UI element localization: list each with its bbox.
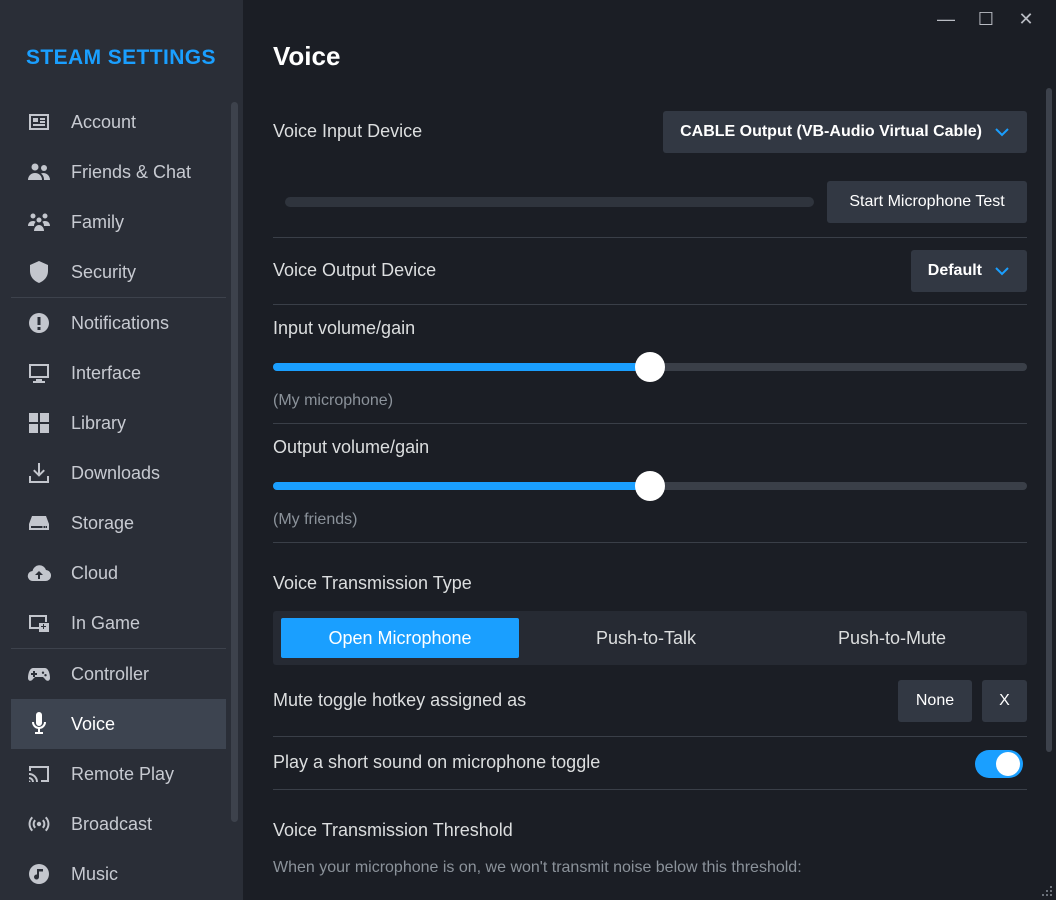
sidebar-item-library[interactable]: Library [11, 398, 226, 448]
account-card-icon [26, 109, 52, 135]
sidebar-item-storage[interactable]: Storage [11, 498, 226, 548]
sidebar-item-label: Voice [71, 713, 116, 734]
mute-hotkey-button[interactable]: None [898, 680, 972, 722]
cloud-sync-icon [26, 560, 52, 586]
sidebar-item-cloud[interactable]: Cloud [11, 548, 226, 598]
sidebar-item-label: Library [71, 412, 127, 433]
input-volume-fill [273, 363, 650, 371]
sidebar-item-friends-chat[interactable]: Friends & Chat [11, 147, 226, 197]
input-volume-handle[interactable] [635, 352, 665, 382]
sidebar-item-label: Broadcast [71, 813, 153, 834]
sidebar-item-music[interactable]: Music [11, 849, 226, 899]
voice-input-device-label: Voice Input Device [273, 121, 423, 141]
grid-icon [26, 410, 52, 436]
sidebar-item-voice[interactable]: Voice [11, 699, 226, 749]
voice-transmission-type-label: Voice Transmission Type [273, 573, 472, 593]
in-game-icon [26, 610, 52, 636]
sidebar-item-label: Notifications [71, 312, 170, 333]
output-volume-sublabel: (My friends) [273, 511, 358, 528]
monitor-icon [26, 360, 52, 386]
microphone-icon [26, 711, 52, 737]
voice-transmission-threshold-label: Voice Transmission Threshold [273, 820, 513, 840]
divider [273, 423, 1027, 424]
sidebar-item-label: Friends & Chat [71, 161, 192, 182]
voice-transmission-type-selector: Open Microphone Push-to-Talk Push-to-Mut… [273, 611, 1027, 665]
sidebar-scrollbar[interactable] [231, 102, 238, 822]
sidebar-item-remote-play[interactable]: Remote Play [11, 749, 226, 799]
voice-output-device-label: Voice Output Device [273, 260, 437, 280]
toggle-sound-label: Play a short sound on microphone toggle [273, 752, 601, 772]
sidebar-item-label: Storage [71, 512, 135, 533]
music-icon [26, 861, 52, 887]
cast-icon [26, 761, 52, 787]
sidebar-item-label: Controller [71, 663, 150, 684]
page-title: Voice [273, 41, 341, 71]
resize-grip-icon[interactable] [1038, 882, 1054, 898]
sidebar-item-label: Downloads [71, 462, 161, 483]
gamepad-icon [26, 661, 52, 687]
sidebar-item-notifications[interactable]: Notifications [11, 298, 226, 348]
chevron-down-icon [995, 267, 1009, 276]
shield-icon [26, 259, 52, 285]
drive-icon [26, 510, 52, 536]
output-volume-handle[interactable] [635, 471, 665, 501]
chevron-down-icon [995, 128, 1009, 137]
sidebar-item-label: Security [71, 261, 137, 282]
microphone-level-meter [285, 197, 814, 207]
sidebar-item-account[interactable]: Account [11, 97, 226, 147]
sidebar-item-label: Cloud [71, 562, 119, 583]
transmission-option-open-microphone[interactable]: Open Microphone [281, 618, 519, 658]
output-volume-fill [273, 482, 650, 490]
input-volume-slider[interactable] [273, 352, 1027, 382]
alert-circle-icon [26, 310, 52, 336]
sidebar-nav: Account Friends & Chat Family Security N… [11, 97, 226, 899]
sidebar-item-label: In Game [71, 612, 141, 633]
transmission-option-push-to-talk[interactable]: Push-to-Talk [527, 618, 765, 658]
voice-output-device-dropdown[interactable]: Default [910, 250, 1027, 292]
sidebar-item-family[interactable]: Family [11, 197, 226, 247]
mute-hotkey-label: Mute toggle hotkey assigned as [273, 690, 527, 710]
sidebar-item-label: Family [71, 211, 124, 232]
input-volume-sublabel: (My microphone) [273, 392, 394, 409]
sidebar-title: STEAM SETTINGS [26, 46, 216, 69]
sidebar-item-broadcast[interactable]: Broadcast [11, 799, 226, 849]
clear-hotkey-button[interactable]: X [982, 680, 1027, 722]
toggle-sound-switch[interactable] [975, 750, 1023, 778]
sidebar-item-in-game[interactable]: In Game [11, 598, 226, 648]
start-microphone-test-button[interactable]: Start Microphone Test [827, 181, 1027, 223]
divider [273, 736, 1027, 737]
download-icon [26, 460, 52, 486]
sidebar-item-label: Music [71, 863, 119, 884]
sidebar-item-downloads[interactable]: Downloads [11, 448, 226, 498]
friends-icon [26, 159, 52, 185]
sidebar-item-label: Account [71, 111, 137, 132]
output-volume-slider[interactable] [273, 471, 1027, 501]
input-volume-label: Input volume/gain [273, 318, 416, 338]
sidebar-item-security[interactable]: Security [11, 247, 226, 297]
divider [273, 789, 1027, 790]
sidebar-item-controller[interactable]: Controller [11, 649, 226, 699]
voice-input-device-value: CABLE Output (VB-Audio Virtual Cable) [680, 123, 982, 140]
main-scrollbar[interactable] [1046, 88, 1052, 752]
sidebar-item-label: Interface [71, 362, 142, 383]
voice-input-device-dropdown[interactable]: CABLE Output (VB-Audio Virtual Cable) [663, 111, 1027, 153]
settings-panel: Voice Voice Input Device CABLE Output (V… [273, 0, 1027, 900]
sidebar-item-label: Remote Play [71, 763, 175, 784]
divider [273, 304, 1027, 305]
broadcast-icon [26, 811, 52, 837]
sidebar: STEAM SETTINGS Account Friends & Chat Fa… [0, 0, 243, 900]
divider [273, 542, 1027, 543]
output-volume-label: Output volume/gain [273, 437, 430, 457]
toggle-knob [996, 752, 1020, 776]
voice-transmission-threshold-description: When your microphone is on, we won't tra… [273, 859, 802, 876]
sidebar-item-interface[interactable]: Interface [11, 348, 226, 398]
voice-output-device-value: Default [927, 262, 982, 279]
transmission-option-push-to-mute[interactable]: Push-to-Mute [773, 618, 1011, 658]
divider [273, 237, 1027, 238]
family-icon [26, 209, 52, 235]
